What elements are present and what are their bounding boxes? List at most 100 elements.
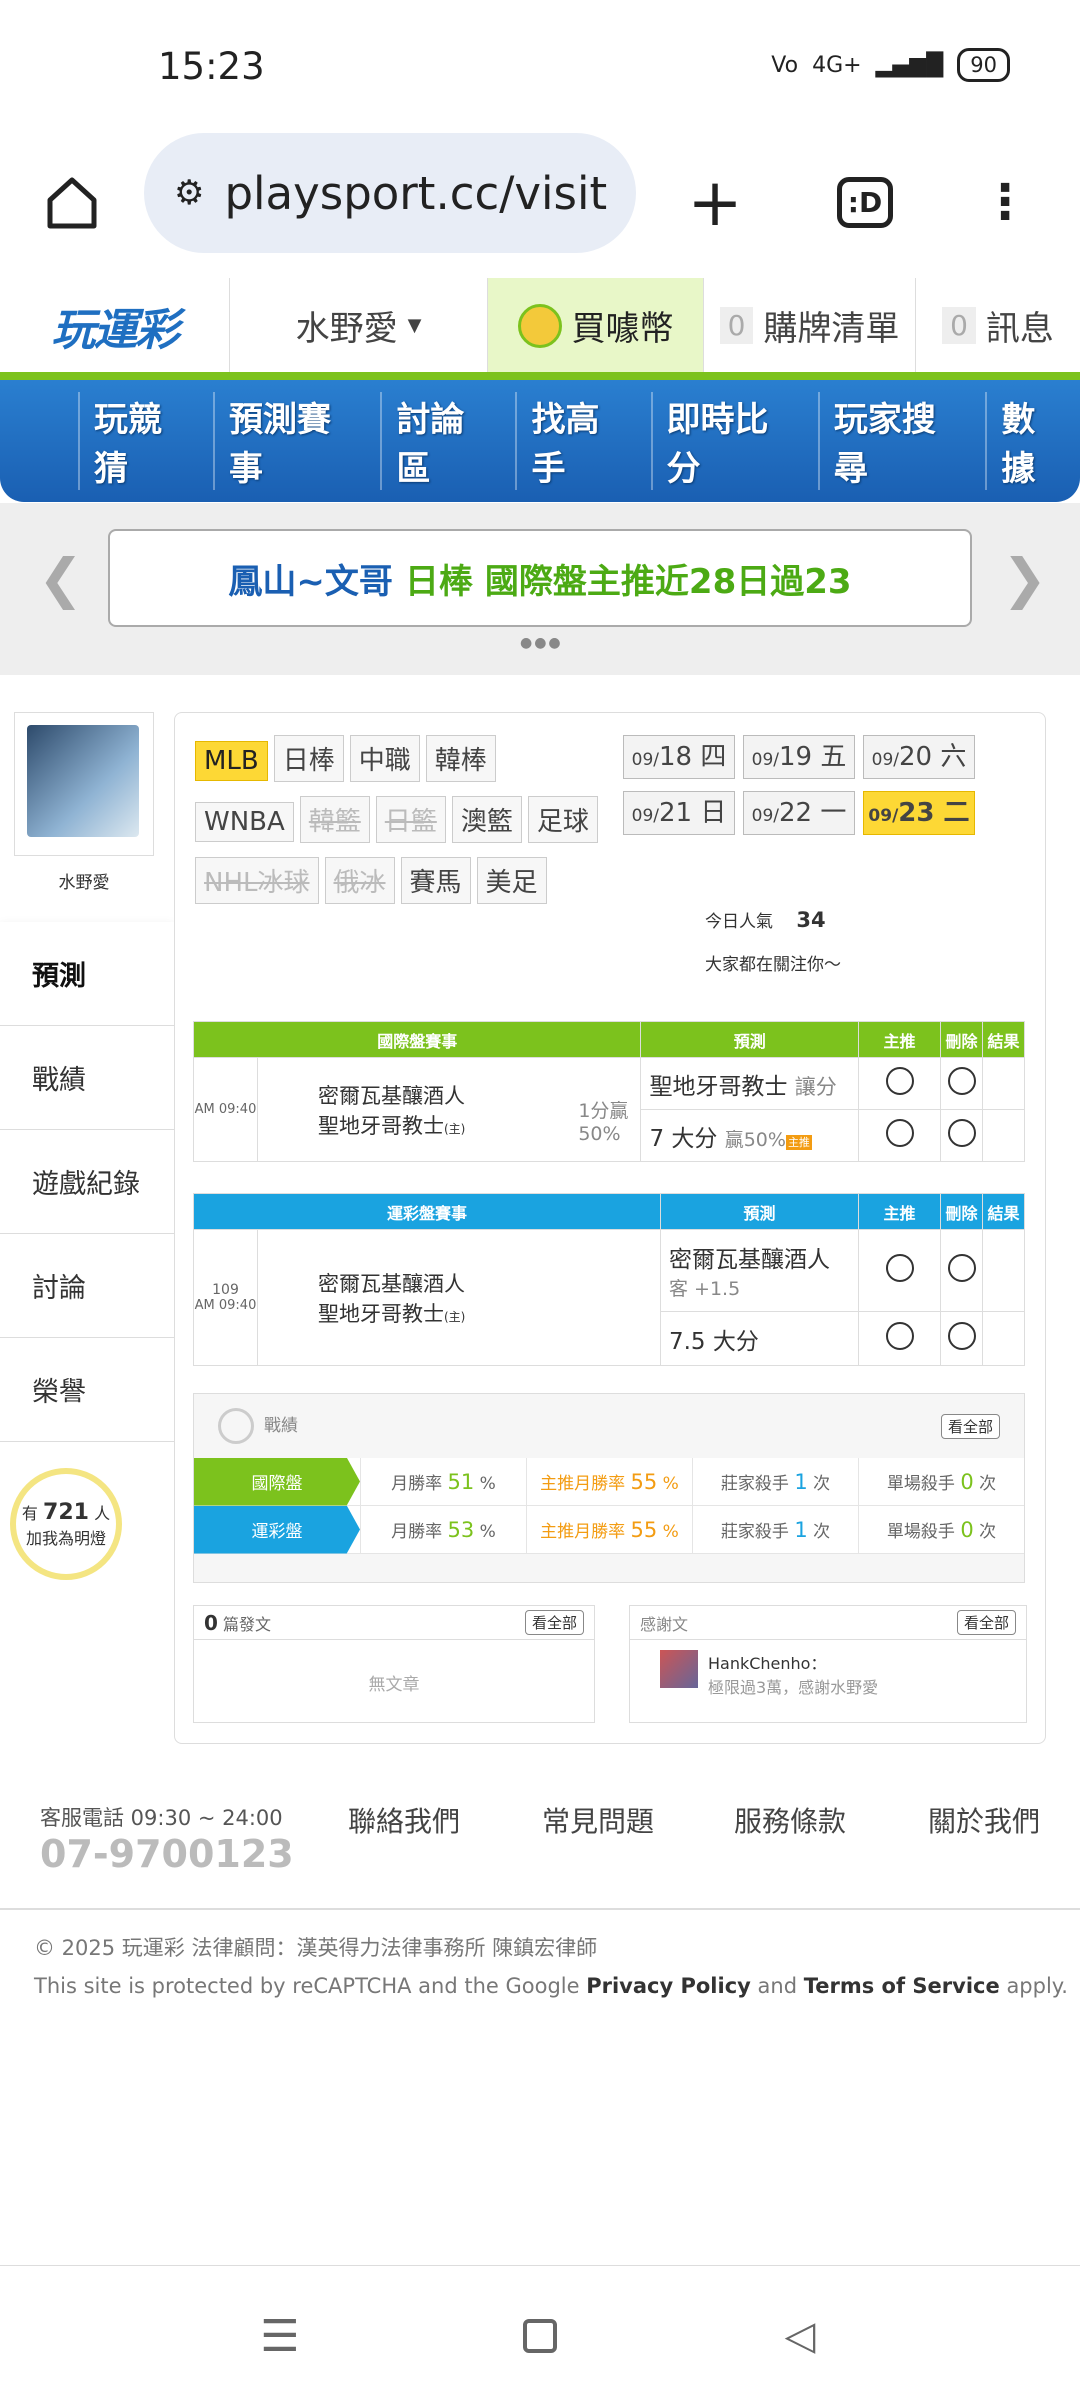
profile-name: 水野愛 — [58, 873, 110, 893]
view-all-button[interactable]: 看全部 — [524, 1610, 584, 1635]
avatar[interactable] — [660, 1650, 698, 1688]
nav-item[interactable]: 找高手 — [515, 392, 642, 490]
nav-item[interactable]: 玩競猜 — [78, 392, 205, 490]
delete-radio[interactable] — [947, 1067, 976, 1095]
record-panel: 戰績 看全部 國際盤 月勝率 51 % 主推月勝率 55 % 莊家殺手 1 次單場殺手… — [193, 1393, 1025, 1583]
banner-pager: ●●● — [520, 635, 563, 651]
footer-link-contact[interactable]: 聯絡我們 — [348, 1800, 460, 1840]
tab-switcher-icon[interactable]: :D — [820, 160, 910, 244]
delete-radio[interactable] — [947, 1119, 976, 1147]
nav-item[interactable]: 討論區 — [380, 392, 507, 490]
lottery-table: 運彩盤賽事 預測 主推 刪除 結果 109 AM 09:40 密爾瓦基釀酒人 聖地… — [193, 1193, 1025, 1366]
recaptcha-notice: This site is protected by reCAPTCHA and … — [34, 1974, 1068, 1998]
main-pick-radio[interactable] — [885, 1119, 914, 1147]
recent-apps-icon[interactable]: ☰ — [250, 2306, 310, 2366]
pick-total: 7.5 大分 — [659, 1311, 860, 1366]
league-tag[interactable]: 俄冰 — [324, 857, 395, 904]
side-item-honor[interactable]: 榮譽 — [0, 1338, 174, 1442]
support-phone: 客服電話 09:30 ~ 24:00 07-9700123 — [40, 1806, 294, 1876]
home-icon[interactable] — [30, 160, 114, 244]
league-tag[interactable]: 日棒 — [273, 735, 344, 782]
nav-item[interactable]: 即時比分 — [650, 392, 810, 490]
league-tag[interactable]: WNBA — [195, 802, 294, 842]
league-tag[interactable]: 賽馬 — [400, 857, 471, 904]
network-indicator: 4G+ — [812, 52, 862, 78]
delete-radio[interactable] — [947, 1322, 976, 1350]
posts-box: 0 篇發文 看全部 無文章 — [193, 1605, 595, 1723]
avatar-frame — [14, 712, 154, 856]
clock: 15:23 — [158, 45, 265, 88]
league-tag[interactable]: 韓籃 — [299, 796, 370, 843]
site-logo[interactable]: 玩運彩 — [0, 278, 230, 374]
side-item-discuss[interactable]: 討論 — [0, 1234, 174, 1338]
league-tag[interactable]: 日籃 — [375, 796, 446, 843]
cart-button[interactable]: 0 購牌清單 — [704, 278, 916, 373]
date-button[interactable]: 09/21 日 — [623, 791, 735, 835]
date-button[interactable]: 09/18 四 — [623, 735, 735, 779]
site-header: 玩運彩 水野愛 ▼ 買噱幣 0 購牌清單 0 訊息 — [0, 278, 1080, 374]
promo-banner: ❮ 鳳山~文哥 日棒 國際盤主推近28日過23 ❯ ●●● — [0, 503, 1080, 675]
date-button[interactable]: 09/23 二 — [863, 791, 975, 835]
footer-link-faq[interactable]: 常見問題 — [542, 1800, 654, 1840]
league-tag[interactable]: MLB — [195, 741, 268, 781]
date-filter: 09/18 四 09/19 五 09/20 六 09/21 日 09/22 一 09/23… — [623, 735, 1023, 847]
league-tag[interactable]: 澳籃 — [451, 796, 522, 843]
privacy-link[interactable]: Privacy Policy — [586, 1974, 751, 1998]
main-pick-radio[interactable] — [885, 1322, 914, 1350]
date-button[interactable]: 09/19 五 — [743, 735, 855, 779]
site-settings-icon[interactable]: ⚙ — [174, 173, 204, 213]
footer-link-terms[interactable]: 服務條款 — [734, 1800, 846, 1840]
league-tag[interactable]: 美足 — [476, 857, 547, 904]
chevron-down-icon: ▼ — [407, 315, 422, 336]
side-item-record[interactable]: 戰績 — [0, 1026, 174, 1130]
volte-icon: Vo — [771, 52, 799, 78]
nav-item[interactable]: 數據 — [985, 392, 1080, 490]
coin-icon — [517, 303, 562, 348]
record-row: 國際盤 月勝率 51 % 主推月勝率 55 % 莊家殺手 1 次單場殺手 0 次 — [194, 1457, 1024, 1506]
user-menu[interactable]: 水野愛 ▼ — [230, 278, 488, 373]
view-all-button[interactable]: 看全部 — [940, 1413, 1000, 1439]
banner-slide[interactable]: 鳳山~文哥 日棒 國際盤主推近28日過23 — [108, 529, 972, 627]
footer-link-about[interactable]: 關於我們 — [928, 1800, 1040, 1840]
pick-total: 7 大分 贏50% 主推 — [640, 1109, 859, 1162]
main-nav: 玩競猜 預測賽事 討論區 找高手 即時比分 玩家搜尋 數據 — [0, 380, 1080, 502]
target-icon — [218, 1408, 254, 1444]
header-divider — [0, 372, 1080, 380]
league-tag[interactable]: NHL冰球 — [195, 857, 319, 904]
league-tag[interactable]: 足球 — [527, 796, 598, 843]
fans-bulb[interactable]: 有 721 人 加我為明燈 — [10, 1468, 122, 1580]
menu-icon[interactable]: ⋮ — [960, 160, 1050, 244]
new-tab-icon[interactable]: + — [670, 160, 760, 244]
home-nav-icon[interactable] — [510, 2306, 570, 2366]
thanks-box: 感謝文 看全部 HankChenho： 極限過3萬，感謝水野愛 — [629, 1605, 1027, 1723]
side-item-predict[interactable]: 預測 — [0, 922, 174, 1026]
prediction-card: MLB 日棒 中職 韓棒 WNBA 韓籃 日籃 澳籃 足球 NHL冰球 俄冰 賽馬 美足 09/18 四… — [174, 712, 1046, 1744]
date-button[interactable]: 09/20 六 — [863, 735, 975, 779]
league-tag[interactable]: 韓棒 — [425, 735, 496, 782]
league-tag[interactable]: 中職 — [349, 735, 420, 782]
side-item-history[interactable]: 遊戲紀錄 — [0, 1130, 174, 1234]
view-all-button[interactable]: 看全部 — [956, 1610, 1016, 1635]
banner-next-icon[interactable]: ❯ — [1002, 547, 1047, 610]
league-filter: MLB 日棒 中職 韓棒 WNBA 韓籃 日籃 澳籃 足球 NHL冰球 俄冰 賽馬 美足 — [195, 735, 605, 918]
footer-divider — [0, 1908, 1080, 1910]
buy-coin-button[interactable]: 買噱幣 — [488, 278, 704, 373]
popularity: 今日人氣 34 大家都在關注你～ — [705, 908, 841, 975]
url-field[interactable]: ⚙ playsport.cc/visit — [144, 133, 636, 253]
main-pick-radio[interactable] — [885, 1067, 914, 1095]
status-bar: 15:23 Vo 4G+ ▂▄▆█ 90 — [0, 0, 1080, 130]
browser-toolbar: ⚙ playsport.cc/visit + :D ⋮ — [0, 130, 1080, 278]
pick-spread: 密爾瓦基釀酒人客 +1.5 — [659, 1229, 860, 1312]
nav-item[interactable]: 玩家搜尋 — [817, 392, 977, 490]
avatar[interactable] — [27, 725, 139, 837]
date-button[interactable]: 09/22 一 — [743, 791, 855, 835]
banner-prev-icon[interactable]: ❮ — [38, 547, 83, 610]
side-nav: 預測 戰績 遊戲紀錄 討論 榮譽 — [0, 922, 174, 1442]
delete-radio[interactable] — [947, 1254, 976, 1282]
main-pick-radio[interactable] — [885, 1254, 914, 1282]
back-icon[interactable]: ◁ — [770, 2306, 830, 2366]
messages-button[interactable]: 0 訊息 — [916, 278, 1080, 373]
copyright: © 2025 玩運彩 法律顧問：漢英得力法律事務所 陳鎮宏律師 — [34, 1936, 598, 1960]
terms-link[interactable]: Terms of Service — [804, 1974, 1000, 1998]
nav-item[interactable]: 預測賽事 — [213, 392, 372, 490]
